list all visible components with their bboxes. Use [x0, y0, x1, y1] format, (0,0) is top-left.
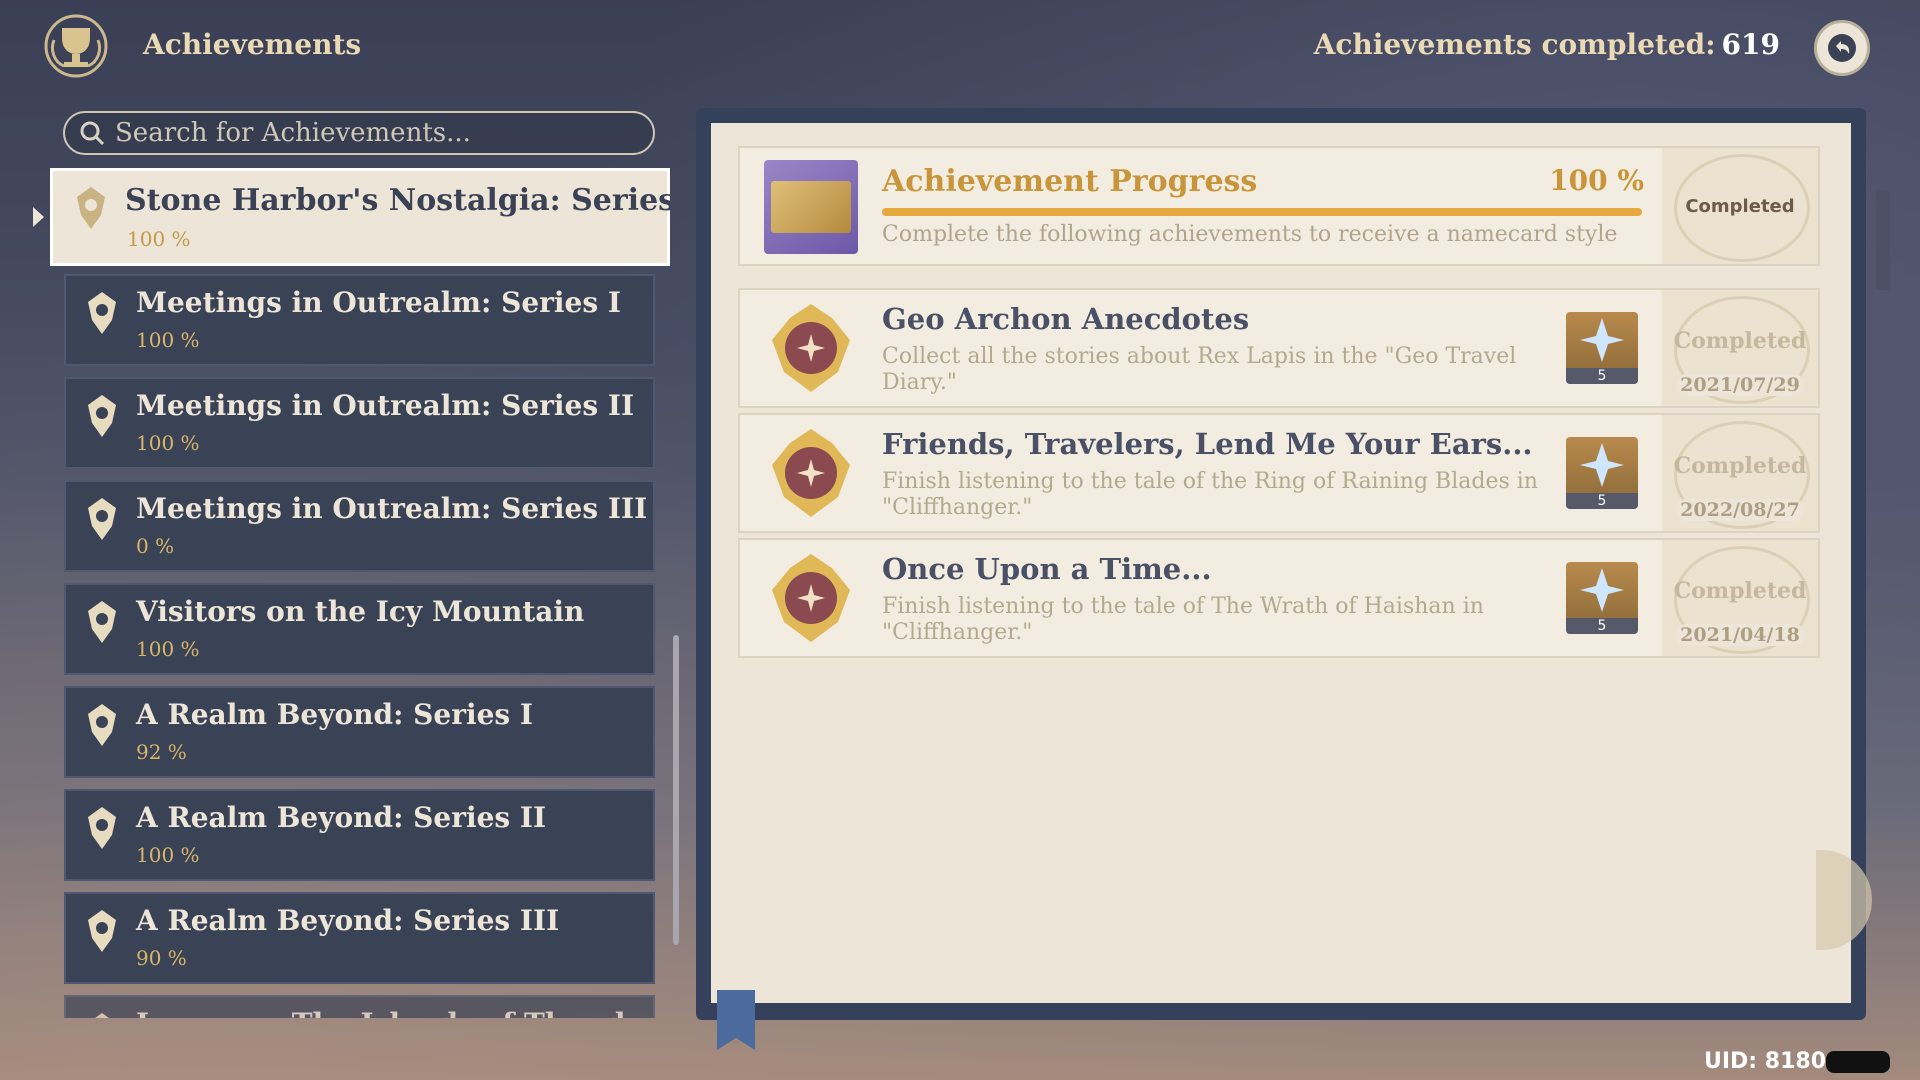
reward-item[interactable]: 5 — [1566, 562, 1638, 634]
status-stamp: Completed 2021/04/18 — [1662, 540, 1818, 656]
achievement-row: Geo Archon Anecdotes Collect all the sto… — [738, 288, 1820, 408]
progress-percent: 100 % — [1549, 164, 1644, 197]
reward-item[interactable]: 5 — [1566, 437, 1638, 509]
medal-icon — [772, 554, 850, 642]
search-box[interactable] — [63, 111, 655, 155]
completion-date: 2021/07/29 — [1676, 374, 1804, 396]
category-item[interactable]: Meetings in Outrealm: Series I 100 % — [64, 274, 655, 366]
category-list[interactable]: Stone Harbor's Nostalgia: Series I 100 %… — [50, 168, 670, 1018]
category-item[interactable]: Visitors on the Icy Mountain 100 % — [64, 583, 655, 675]
achievement-badge-icon — [88, 292, 116, 334]
achievement-title: Once Upon a Time... — [882, 552, 1212, 586]
category-name: A Realm Beyond: Series III — [136, 904, 560, 937]
primogem-icon — [1580, 318, 1624, 362]
category-progress: 0 % — [136, 534, 175, 558]
achievement-badge-icon — [95, 1013, 109, 1018]
page-title: Achievements — [143, 28, 362, 61]
category-progress: 100 % — [136, 431, 200, 455]
category-name: Stone Harbor's Nostalgia: Series I — [125, 183, 670, 218]
uid-redaction — [1826, 1051, 1890, 1073]
uid-label: UID: 8180 — [1704, 1049, 1890, 1074]
primogem-icon — [1580, 568, 1624, 612]
category-name: A Realm Beyond: Series II — [136, 801, 547, 834]
medal-icon — [772, 304, 850, 392]
medal-icon — [772, 429, 850, 517]
achievement-row: Once Upon a Time... Finish listening to … — [738, 538, 1820, 658]
trophy-emblem-icon — [40, 10, 112, 82]
achievement-description: Collect all the stories about Rex Lapis … — [882, 344, 1517, 395]
uid-text: UID: 8180 — [1704, 1049, 1826, 1074]
status-stamp: Completed 2021/07/29 — [1662, 290, 1818, 406]
category-progress: 100 % — [136, 843, 200, 867]
category-name: Meetings in Outrealm: Series III — [136, 492, 648, 525]
reward-quantity: 5 — [1566, 368, 1638, 384]
achievement-badge-icon — [88, 807, 116, 849]
reward-quantity: 5 — [1566, 493, 1638, 509]
completion-date: 2021/04/18 — [1676, 624, 1804, 646]
progress-bar-fill — [882, 208, 1642, 216]
category-progress: 100 % — [136, 328, 200, 352]
back-icon — [1828, 34, 1856, 62]
category-name: A Realm Beyond: Series I — [136, 698, 534, 731]
achievement-badge-icon — [77, 187, 105, 229]
status-text: Completed — [1673, 578, 1807, 604]
primogem-icon — [1580, 443, 1624, 487]
status-stamp: Completed 2022/08/27 — [1662, 415, 1818, 531]
bookmark-ribbon — [717, 990, 755, 1050]
achievement-badge-icon — [88, 704, 116, 746]
achievement-badge-icon — [88, 910, 116, 952]
achievement-badge-icon — [88, 601, 116, 643]
category-item[interactable]: A Realm Beyond: Series II 100 % — [64, 789, 655, 881]
status-text: Completed — [1673, 453, 1807, 479]
panel-side-handle — [1876, 190, 1890, 290]
achievement-description: Finish listening to the tale of The Wrat… — [882, 594, 1484, 645]
reward-item[interactable]: 5 — [1566, 312, 1638, 384]
status-text: Completed — [1673, 328, 1807, 354]
category-name: Inazuma: The Islands of Thunder and — [136, 1007, 670, 1018]
category-name: Meetings in Outrealm: Series II — [136, 389, 635, 422]
achievement-row: Friends, Travelers, Lend Me Your Ears...… — [738, 413, 1820, 533]
progress-bar — [882, 208, 1642, 216]
back-button[interactable] — [1814, 20, 1870, 76]
search-input[interactable] — [113, 117, 637, 149]
progress-description: Complete the following achievements to r… — [882, 222, 1618, 247]
reward-quantity: 5 — [1566, 618, 1638, 634]
category-progress: 90 % — [136, 946, 187, 970]
category-item[interactable]: Stone Harbor's Nostalgia: Series I 100 % — [50, 168, 670, 266]
completion-date: 2022/08/27 — [1676, 499, 1804, 521]
completed-label: Achievements completed: — [1313, 28, 1716, 61]
category-progress: 100 % — [127, 227, 191, 251]
category-progress: 100 % — [136, 637, 200, 661]
category-progress: 92 % — [136, 740, 187, 764]
completed-count: 619 — [1721, 28, 1780, 61]
achievement-badge-icon — [88, 498, 116, 540]
selected-category-indicator — [33, 207, 44, 227]
search-icon — [80, 121, 105, 146]
category-item[interactable]: A Realm Beyond: Series I 92 % — [64, 686, 655, 778]
achievement-title: Friends, Travelers, Lend Me Your Ears... — [882, 427, 1533, 461]
category-item[interactable]: Meetings in Outrealm: Series III 0 % — [64, 480, 655, 572]
achievement-description: Finish listening to the tale of the Ring… — [882, 469, 1538, 520]
category-item[interactable]: A Realm Beyond: Series III 90 % — [64, 892, 655, 984]
status-stamp: Completed — [1662, 148, 1818, 264]
achievement-progress-row: Achievement Progress 100 % Complete the … — [738, 146, 1820, 266]
category-item[interactable]: Inazuma: The Islands of Thunder and — [64, 995, 670, 1018]
status-text: Completed — [1685, 196, 1795, 217]
progress-title: Achievement Progress — [882, 164, 1258, 199]
category-name: Visitors on the Icy Mountain — [136, 595, 585, 628]
achievement-title: Geo Archon Anecdotes — [882, 302, 1250, 336]
achievement-badge-icon — [88, 395, 116, 437]
category-scrollbar[interactable] — [673, 635, 679, 945]
category-item[interactable]: Meetings in Outrealm: Series II 100 % — [64, 377, 655, 469]
category-name: Meetings in Outrealm: Series I — [136, 286, 621, 319]
namecard-icon — [764, 160, 858, 254]
achievements-completed-counter: Achievements completed: 619 — [1314, 28, 1780, 61]
